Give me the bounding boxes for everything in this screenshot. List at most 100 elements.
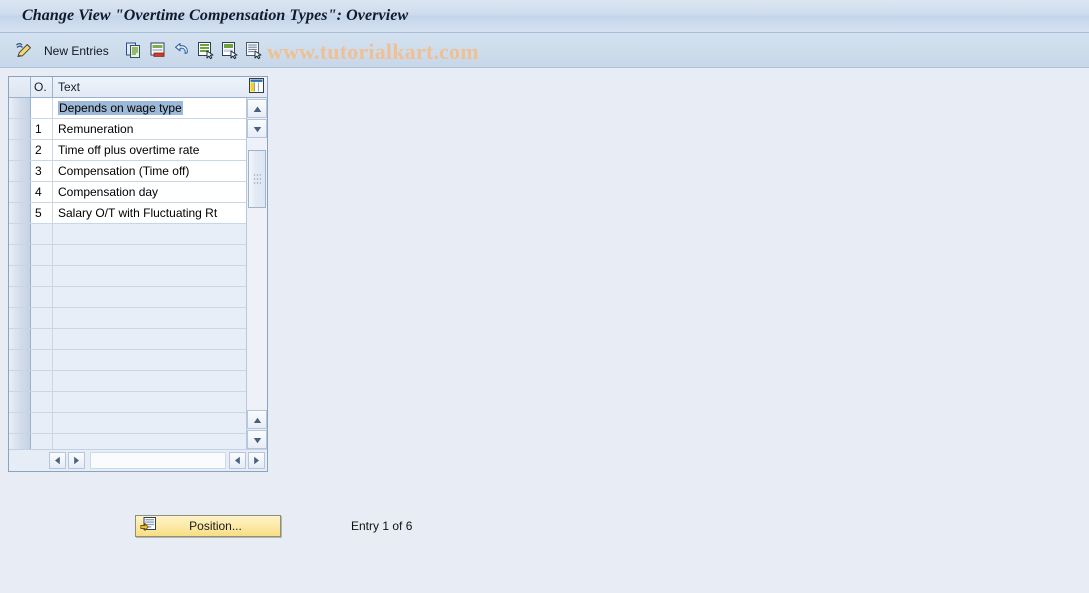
scroll-right-button-end[interactable] xyxy=(248,452,265,469)
column-config-button[interactable] xyxy=(246,77,267,97)
new-entries-button[interactable]: New Entries xyxy=(44,39,109,63)
row-selector-cell[interactable] xyxy=(9,434,31,450)
row-selector-cell[interactable] xyxy=(9,98,31,118)
row-text-cell[interactable] xyxy=(53,287,246,307)
row-text-cell[interactable] xyxy=(53,392,246,412)
table-header-selector-cell[interactable] xyxy=(9,77,31,97)
row-text-cell[interactable] xyxy=(53,371,246,391)
watermark-text: www.tutorialkart.com xyxy=(267,39,479,64)
table-row[interactable]: 2 Time off plus overtime rate xyxy=(9,140,246,161)
row-text-cell[interactable] xyxy=(53,350,246,370)
row-code-cell[interactable] xyxy=(31,350,53,370)
table-vertical-scrollbar[interactable] xyxy=(246,98,267,450)
row-selector-cell[interactable] xyxy=(9,245,31,265)
row-code-cell[interactable] xyxy=(31,287,53,307)
row-text-cell[interactable]: Salary O/T with Fluctuating Rt xyxy=(53,203,246,223)
table-body[interactable]: Depends on wage type 1 Remuneration 2 Time o… xyxy=(9,98,246,450)
row-text-cell[interactable] xyxy=(53,245,246,265)
copy-as-button[interactable] xyxy=(124,39,144,63)
row-text-cell[interactable]: Compensation day xyxy=(53,182,246,202)
row-text-value: Depends on wage type xyxy=(58,101,183,115)
details-button[interactable] xyxy=(244,39,264,63)
table-row[interactable]: 5 Salary O/T with Fluctuating Rt xyxy=(9,203,246,224)
row-code-cell[interactable] xyxy=(31,413,53,433)
scroll-left-button[interactable] xyxy=(49,452,66,469)
row-selector-cell[interactable] xyxy=(9,392,31,412)
row-code-cell[interactable]: 1 xyxy=(31,119,53,139)
row-code-cell[interactable] xyxy=(31,98,53,118)
row-text-cell[interactable] xyxy=(53,308,246,328)
select-all-button[interactable] xyxy=(196,39,216,63)
scroll-left-button-end[interactable] xyxy=(229,452,246,469)
row-selector-cell[interactable] xyxy=(9,350,31,370)
page-down-button[interactable] xyxy=(247,430,267,449)
table-row[interactable]: Depends on wage type xyxy=(9,98,246,119)
table-row-empty[interactable] xyxy=(9,266,246,287)
row-text-cell[interactable]: Remuneration xyxy=(53,119,246,139)
row-code-cell[interactable]: 4 xyxy=(31,182,53,202)
row-text-cell[interactable]: Compensation (Time off) xyxy=(53,161,246,181)
undo-button[interactable] xyxy=(172,39,192,63)
table-header-code[interactable]: O. xyxy=(31,77,53,97)
deselect-all-button[interactable] xyxy=(220,39,240,63)
row-selector-cell[interactable] xyxy=(9,329,31,349)
horizontal-scroll-track[interactable] xyxy=(90,452,226,469)
table-row-empty[interactable] xyxy=(9,287,246,308)
row-code-cell[interactable] xyxy=(31,245,53,265)
row-selector-cell[interactable] xyxy=(9,413,31,433)
delete-button[interactable] xyxy=(148,39,168,63)
row-code-cell[interactable] xyxy=(31,371,53,391)
row-code-cell[interactable]: 5 xyxy=(31,203,53,223)
row-selector-cell[interactable] xyxy=(9,140,31,160)
table-row-empty[interactable] xyxy=(9,329,246,350)
row-selector-cell[interactable] xyxy=(9,287,31,307)
window-title-bar: Change View "Overtime Compensation Types… xyxy=(0,0,1089,33)
row-selector-cell[interactable] xyxy=(9,161,31,181)
row-selector-cell[interactable] xyxy=(9,224,31,244)
edit-button[interactable] xyxy=(14,39,34,63)
row-code-cell[interactable]: 3 xyxy=(31,161,53,181)
row-text-cell[interactable] xyxy=(53,224,246,244)
scroll-up-button[interactable] xyxy=(247,99,267,118)
table-row-empty[interactable] xyxy=(9,392,246,413)
table-header-text[interactable]: Text xyxy=(53,77,246,97)
table-row[interactable]: 4 Compensation day xyxy=(9,182,246,203)
table-row[interactable]: 1 Remuneration xyxy=(9,119,246,140)
row-text-cell[interactable] xyxy=(53,329,246,349)
scroll-right-button[interactable] xyxy=(68,452,85,469)
row-selector-cell[interactable] xyxy=(9,182,31,202)
scroll-down-icon xyxy=(253,122,262,136)
row-text-cell[interactable] xyxy=(53,434,246,450)
row-selector-cell[interactable] xyxy=(9,203,31,223)
row-code-cell[interactable]: 2 xyxy=(31,140,53,160)
row-code-cell[interactable] xyxy=(31,329,53,349)
scroll-down-button[interactable] xyxy=(247,119,267,138)
table-row-empty[interactable] xyxy=(9,245,246,266)
row-selector-cell[interactable] xyxy=(9,119,31,139)
row-code-cell[interactable] xyxy=(31,434,53,450)
table-row-empty[interactable] xyxy=(9,434,246,450)
row-text-cell[interactable] xyxy=(53,413,246,433)
row-code-cell[interactable] xyxy=(31,308,53,328)
row-text-cell[interactable]: Time off plus overtime rate xyxy=(53,140,246,160)
row-text-cell[interactable]: Depends on wage type xyxy=(53,98,246,118)
table-row-empty[interactable] xyxy=(9,371,246,392)
table-row-empty[interactable] xyxy=(9,413,246,434)
row-selector-cell[interactable] xyxy=(9,266,31,286)
row-selector-cell[interactable] xyxy=(9,371,31,391)
page-up-button[interactable] xyxy=(247,410,267,429)
application-toolbar: New Entries xyxy=(0,33,1089,68)
row-selector-cell[interactable] xyxy=(9,308,31,328)
row-code-cell[interactable] xyxy=(31,392,53,412)
table-row[interactable]: 3 Compensation (Time off) xyxy=(9,161,246,182)
table-row-empty[interactable] xyxy=(9,224,246,245)
vertical-scroll-thumb[interactable] xyxy=(248,150,266,208)
scroll-thumb-grip-icon xyxy=(253,173,261,185)
table-horizontal-scrollbar[interactable] xyxy=(47,449,267,471)
row-code-cell[interactable] xyxy=(31,266,53,286)
row-text-cell[interactable] xyxy=(53,266,246,286)
table-row-empty[interactable] xyxy=(9,350,246,371)
row-code-cell[interactable] xyxy=(31,224,53,244)
position-button[interactable]: Position... xyxy=(135,515,281,537)
table-row-empty[interactable] xyxy=(9,308,246,329)
